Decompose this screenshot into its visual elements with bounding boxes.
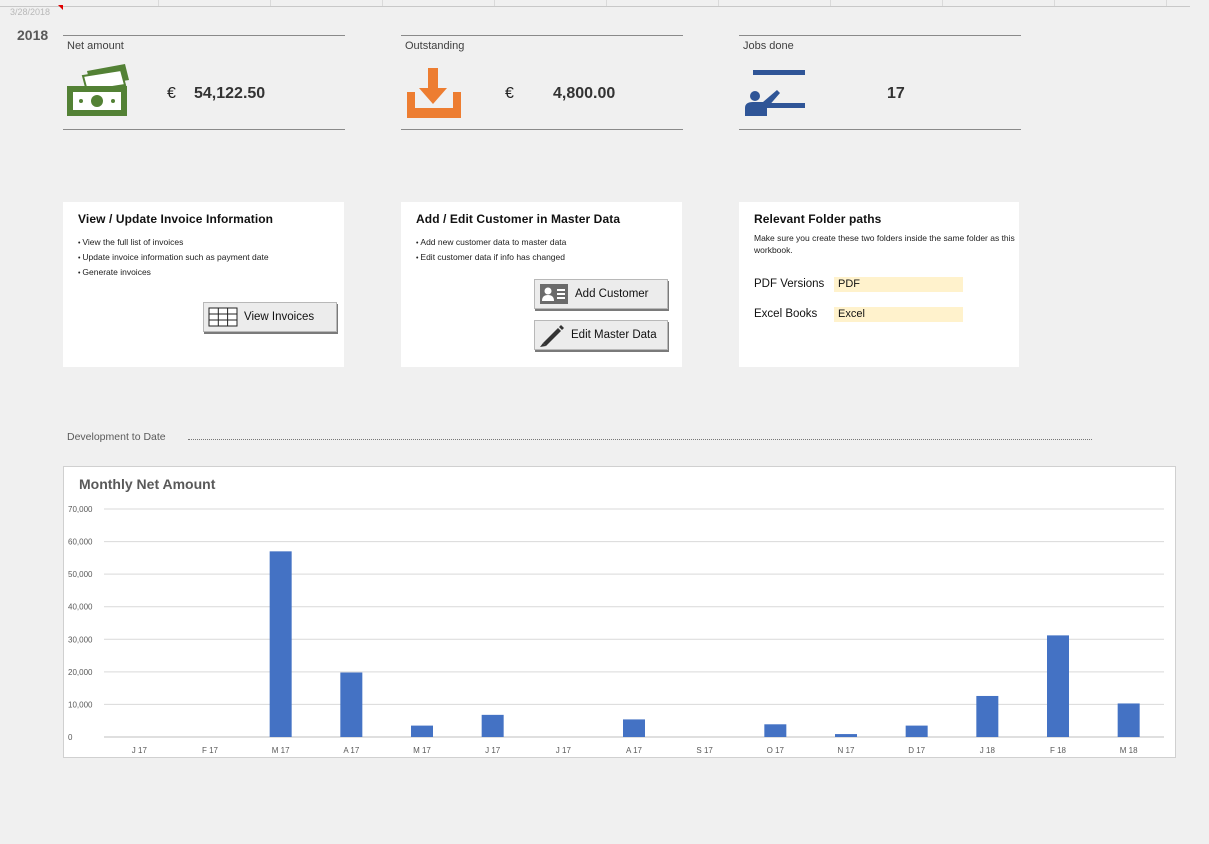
bar (411, 725, 433, 737)
comment-indicator (58, 5, 63, 10)
y-tick-label: 10,000 (68, 700, 93, 709)
download-tray-icon (407, 68, 461, 118)
folders-panel: Relevant Folder paths Make sure you crea… (739, 202, 1019, 367)
list-item: Edit customer data if info has changed (416, 250, 566, 265)
x-tick-label: S 17 (696, 746, 713, 755)
button-label: Edit Master Data (571, 329, 657, 341)
kpi-net-amount: Net amount € 54,122.50 (63, 35, 345, 130)
x-tick-label: J 17 (556, 746, 572, 755)
chart-plot: 0 10,000 20,000 30,000 40,000 50,000 60,000 70,… (68, 505, 1164, 755)
bar (340, 672, 363, 737)
x-tick-label: M 17 (272, 746, 290, 755)
y-tick-label: 20,000 (68, 668, 93, 677)
bar (481, 714, 504, 737)
kpi-value: 54,122.50 (194, 85, 266, 102)
y-tick-label: 0 (68, 733, 73, 742)
edit-master-data-button[interactable]: Edit Master Data (534, 320, 668, 350)
pdf-folder-cell[interactable]: PDF (834, 277, 963, 292)
x-tick-label: J 17 (132, 746, 148, 755)
panel-title: Relevant Folder paths (754, 212, 882, 226)
customer-feature-list: Add new customer data to master data Edi… (416, 235, 566, 265)
pdf-versions-label: PDF Versions (754, 278, 825, 290)
section-divider (188, 439, 1092, 440)
kpi-label: Outstanding (405, 40, 465, 52)
grid-table-icon (208, 307, 238, 327)
excel-books-label: Excel Books (754, 308, 818, 320)
kpi-value: 4,800.00 (553, 85, 616, 102)
view-invoices-button[interactable]: View Invoices (203, 302, 337, 332)
y-tick-label: 70,000 (68, 505, 93, 514)
x-tick-label: O 17 (767, 746, 785, 755)
y-tick-label: 30,000 (68, 635, 93, 644)
pencil-icon (540, 325, 564, 347)
bar (269, 551, 292, 737)
button-label: View Invoices (244, 311, 315, 323)
presenter-board-icon (745, 70, 805, 116)
kpi-label: Net amount (67, 40, 124, 52)
x-tick-label: N 17 (838, 746, 855, 755)
x-tick-label: F 18 (1050, 746, 1067, 755)
x-tick-label: A 17 (343, 746, 360, 755)
x-tick-label: F 17 (202, 746, 219, 755)
x-tick-label: J 17 (485, 746, 501, 755)
invoice-panel: View / Update Invoice Information View t… (63, 202, 344, 367)
date-cell[interactable]: 3/28/2018 (10, 7, 50, 17)
x-tick-label: D 17 (908, 746, 925, 755)
list-item: View the full list of invoices (78, 235, 269, 250)
bar (764, 724, 787, 737)
contact-card-icon (540, 284, 568, 304)
kpi-currency: € (167, 85, 176, 102)
bar (905, 725, 928, 737)
x-tick-label: J 18 (980, 746, 996, 755)
list-item: Generate invoices (78, 265, 269, 280)
button-label: Add Customer (575, 288, 649, 300)
excel-folder-cell[interactable]: Excel (834, 307, 963, 322)
x-tick-label: M 17 (413, 746, 431, 755)
bar (623, 719, 645, 737)
invoice-feature-list: View the full list of invoices Update in… (78, 235, 269, 280)
list-item: Add new customer data to master data (416, 235, 566, 250)
kpi-currency: € (505, 85, 514, 102)
panel-title: Add / Edit Customer in Master Data (416, 212, 621, 226)
kpi-outstanding: Outstanding € 4,800.00 (401, 35, 683, 130)
year-cell[interactable]: 2018 (17, 27, 48, 43)
bar (1117, 703, 1140, 737)
cash-icon (67, 64, 129, 116)
y-tick-label: 40,000 (68, 603, 93, 612)
bar (976, 695, 999, 737)
add-customer-button[interactable]: Add Customer (534, 279, 668, 309)
kpi-jobs-done: Jobs done 17 (739, 35, 1021, 130)
y-tick-label: 60,000 (68, 538, 93, 547)
kpi-label: Jobs done (743, 40, 794, 52)
customer-panel: Add / Edit Customer in Master Data Add n… (401, 202, 682, 367)
x-tick-label: A 17 (626, 746, 643, 755)
kpi-value: 17 (887, 85, 905, 102)
bar (835, 734, 857, 737)
sheet-grid-top (0, 0, 1190, 7)
monthly-net-amount-chart[interactable]: Monthly Net Amount 0 10,000 20,000 30,000 40… (63, 466, 1176, 758)
panel-title: View / Update Invoice Information (78, 212, 274, 226)
bar (1047, 635, 1069, 737)
folders-description: Make sure you create these two folders i… (754, 233, 1015, 255)
x-tick-label: M 18 (1120, 746, 1138, 755)
development-section-label: Development to Date (67, 431, 166, 443)
y-tick-label: 50,000 (68, 570, 93, 579)
list-item: Update invoice information such as payme… (78, 250, 268, 265)
